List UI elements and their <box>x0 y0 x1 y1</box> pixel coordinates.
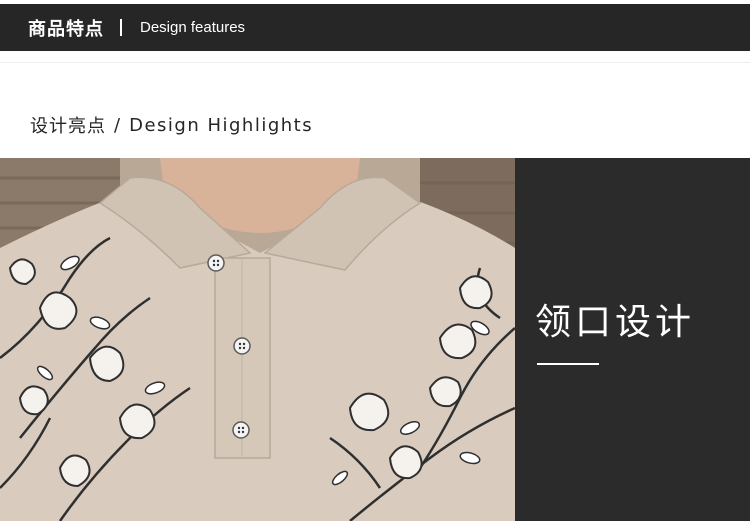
feature-panel: 领口设计 <box>515 158 750 521</box>
header-title-cn: 商品特点 <box>28 18 104 40</box>
divider <box>0 62 750 63</box>
feature-underline <box>537 363 599 365</box>
feature-title: 领口设计 <box>535 302 696 343</box>
header-title-en: Design features <box>140 19 246 36</box>
product-photo-collar <box>0 158 515 521</box>
subheading-en: Design Highlights <box>129 114 314 136</box>
subheading-cn: 设计亮点 <box>30 116 106 137</box>
subheading-separator: / <box>114 114 122 136</box>
section-subheading: 设计亮点 / Design Highlights <box>30 112 313 138</box>
header-separator <box>120 19 122 36</box>
header-bar: 商品特点 Design features <box>0 4 750 51</box>
